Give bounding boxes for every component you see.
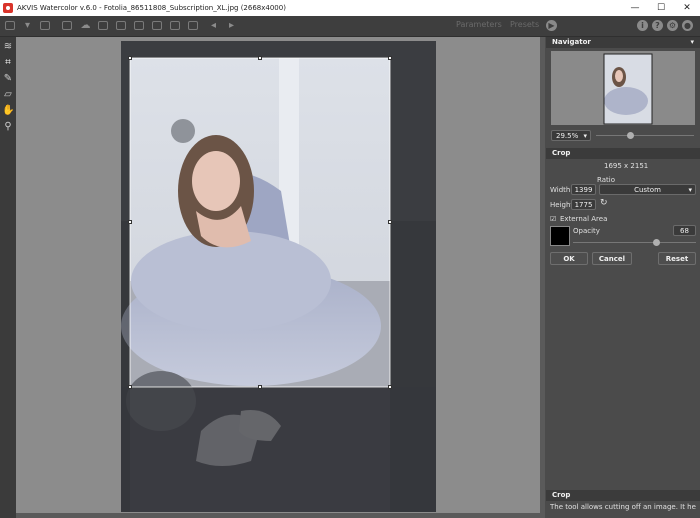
navigator-title: Navigator	[552, 38, 591, 46]
crop-handle-left[interactable]	[128, 220, 132, 224]
navigator-header: Navigator ▾	[546, 37, 700, 48]
opacity-input[interactable]: 68	[673, 225, 696, 236]
thumbnail-image	[603, 53, 653, 125]
help-header: Crop	[546, 490, 700, 501]
ratio-value: Custom	[634, 186, 661, 194]
cancel-button[interactable]: Cancel	[592, 252, 632, 265]
open-file-icon[interactable]	[5, 21, 15, 30]
zoom-icon[interactable]: ⚲	[2, 121, 14, 133]
save-icon[interactable]: ▾	[22, 20, 33, 31]
eraser-icon[interactable]: ▱	[2, 89, 14, 101]
photo[interactable]	[121, 41, 436, 512]
external-area-checkbox[interactable]: ☑	[550, 215, 556, 223]
print-icon[interactable]	[62, 21, 72, 30]
help-text: The tool allows cutting off an image. It…	[550, 503, 696, 511]
external-area-color-swatch[interactable]	[550, 226, 570, 246]
crop-handle-right[interactable]	[388, 220, 392, 224]
layers-icon[interactable]: ≋	[2, 41, 14, 53]
horizontal-scrollbar[interactable]	[16, 513, 540, 518]
opacity-label: Opacity	[573, 227, 600, 235]
undo-icon[interactable]: ◂	[208, 20, 219, 31]
reset-button[interactable]: Reset	[658, 252, 696, 265]
info-icon[interactable]: i	[637, 20, 648, 31]
zoom-slider-knob[interactable]	[626, 132, 634, 139]
crop-handle-top[interactable]	[258, 56, 262, 60]
navigator-menu-icon[interactable]: ▾	[690, 37, 694, 48]
left-toolbar: ≋ ⌗ ✎ ▱ ✋ ⚲	[0, 37, 16, 518]
crop-dimensions: 1695 x 2151	[604, 162, 649, 170]
help-icon[interactable]: ?	[652, 20, 663, 31]
text-icon[interactable]	[134, 21, 144, 30]
hand-icon[interactable]: ✋	[2, 105, 14, 117]
vertical-scrollbar[interactable]	[540, 37, 545, 518]
cloud-icon[interactable]: ☁	[80, 20, 91, 31]
close-button[interactable]: ✕	[674, 0, 700, 16]
batch-icon[interactable]	[98, 21, 108, 30]
title-bar: AKVIS Watercolor v.6.0 - Fotolia_8651180…	[0, 0, 700, 16]
frame-icon[interactable]	[116, 21, 126, 30]
tab-parameters[interactable]: Parameters	[456, 20, 502, 29]
ok-button[interactable]: OK	[550, 252, 588, 265]
feedback-icon[interactable]: ●	[682, 20, 693, 31]
play-icon[interactable]: ▶	[546, 20, 557, 31]
crop-title: Crop	[552, 149, 571, 157]
toolbar: ▾ ☁ ◂ ▸ Parameters Presets ▶ i ? ⚙ ●	[0, 16, 700, 37]
crop-handle-bottom-left[interactable]	[128, 385, 132, 389]
crop-icon[interactable]: ⌗	[2, 57, 14, 69]
share-icon[interactable]	[40, 21, 50, 30]
redo-icon[interactable]: ▸	[226, 20, 237, 31]
crop-handle-bottom-right[interactable]	[388, 385, 392, 389]
chevron-down-icon: ▾	[583, 132, 587, 140]
crop-header: Crop	[546, 148, 700, 159]
external-area-label: External Area	[560, 215, 608, 223]
zoom-select[interactable]: 29.5% ▾	[551, 130, 591, 141]
crop-handle-bottom[interactable]	[258, 385, 262, 389]
tab-presets[interactable]: Presets	[510, 20, 539, 29]
crop-handle-top-right[interactable]	[388, 56, 392, 60]
width-label: Width	[550, 186, 571, 194]
chevron-down-icon: ▾	[688, 186, 692, 194]
zoom-value: 29.5%	[556, 132, 579, 140]
crop-handle-top-left[interactable]	[128, 56, 132, 60]
opacity-slider-knob[interactable]	[653, 239, 661, 246]
pencil-icon[interactable]: ✎	[2, 73, 14, 85]
watercolor-icon[interactable]	[170, 21, 180, 30]
opacity-slider[interactable]	[573, 242, 696, 243]
ratio-select[interactable]: Custom ▾	[599, 184, 696, 195]
photo-image	[121, 41, 436, 512]
settings-panel: Navigator ▾ 29.5% ▾ Crop 1695 x 2151 Rat…	[546, 37, 700, 518]
zoom-slider[interactable]	[596, 135, 694, 136]
navigator-thumbnail[interactable]	[551, 51, 695, 125]
app-icon	[3, 3, 13, 13]
settings-icon[interactable]: ⚙	[667, 20, 678, 31]
decoration-icon[interactable]	[188, 21, 198, 30]
height-label: Height	[550, 201, 574, 209]
ratio-label: Ratio	[597, 176, 615, 184]
window-title: AKVIS Watercolor v.6.0 - Fotolia_8651180…	[17, 4, 286, 12]
canvas-icon[interactable]	[152, 21, 162, 30]
height-input[interactable]: 1775	[571, 199, 596, 210]
help-title: Crop	[552, 491, 571, 499]
swap-orientation-icon[interactable]: ↻	[600, 198, 608, 208]
maximize-button[interactable]: ☐	[648, 0, 674, 16]
width-input[interactable]: 1399	[571, 184, 596, 195]
minimize-button[interactable]: —	[622, 0, 648, 16]
